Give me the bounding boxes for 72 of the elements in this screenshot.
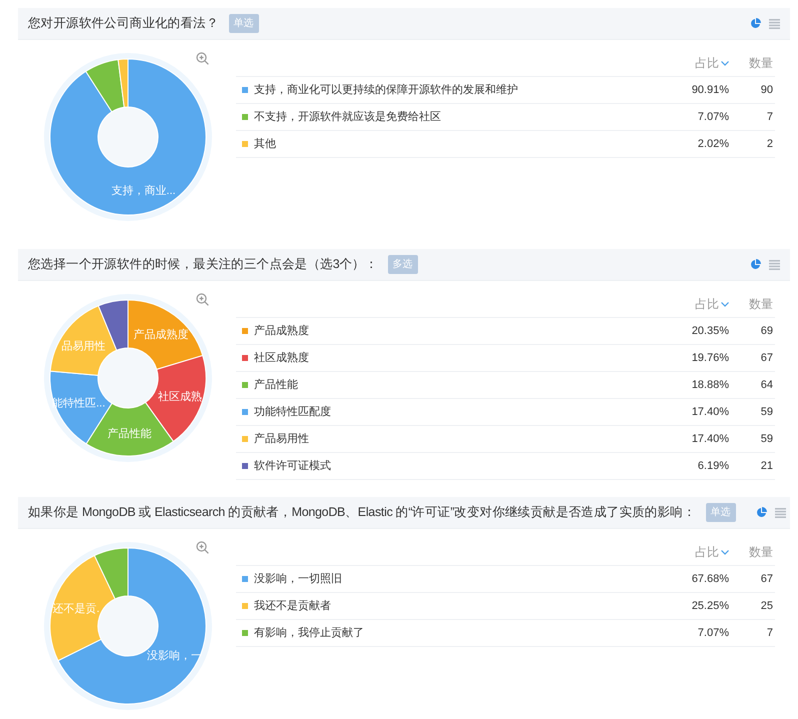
option-label: 产品易用性 [254,432,309,447]
slice-label: 产品性能 [108,428,152,440]
share-value: 90.91% [690,82,729,98]
list-icon[interactable] [769,260,780,270]
question-title: 如果你是 MongoDB 或 Elasticsearch 的贡献者，MongoDB、Elastic 的“许可证”改变对你继续贡献是否造成了实质的影响： [28,504,696,522]
question-type-badge: 单选 [706,503,736,522]
donut-slice[interactable] [50,305,118,376]
share-value: 20.35% [690,324,729,339]
option-label: 没影响，一切照旧 [254,572,342,587]
sort-share-header[interactable]: 占比 [669,295,729,313]
slice-label: 支持，商业... [111,184,176,197]
share-value: 2.02% [696,136,729,152]
option-label: 支持，商业化可以更持续的保障开源软件的发展和维护 [254,82,518,98]
share-value: 7.07% [696,110,729,125]
count-value: 21 [760,458,774,474]
column-header: 数量 [748,296,774,313]
count-value: 64 [760,378,774,393]
share-value: 67.68% [690,572,729,587]
count-value: 67 [760,572,774,587]
sort-share-header[interactable]: 占比 [669,543,729,561]
zoom-in-icon[interactable] [196,52,209,65]
pie-chart-icon[interactable] [756,507,767,518]
column-header: 数量 [748,544,774,561]
count-value: 67 [760,350,774,366]
count-value: 2 [766,136,774,152]
count-value: 59 [760,432,774,447]
option-label: 我还不是贡献者 [254,598,331,614]
pie-chart-icon[interactable] [750,259,761,270]
slice-label: 还不是贡. [52,603,100,615]
question-title: 您选择一个开源软件的时候，最关注的三个点会是（选3个）： [28,256,378,274]
option-label: 社区成熟度 [254,350,309,366]
count-value: 7 [766,626,774,641]
slice-label: 产品成熟度 [133,328,188,341]
donut-slice[interactable] [50,555,116,662]
count-value: 59 [760,404,774,420]
option-label: 产品性能 [254,378,298,393]
column-header: 数量 [748,55,774,72]
count-value: 25 [760,598,774,614]
count-value: 7 [766,110,774,125]
list-icon[interactable] [769,18,780,28]
option-label: 软件许可证模式 [254,458,331,474]
option-label: 功能特性匹配度 [254,404,331,420]
question-title: 您对开源软件公司商业化的看法？ [28,15,219,32]
slice-label: 社区成熟 [158,390,202,403]
share-value: 25.25% [690,598,729,614]
count-value: 69 [760,324,774,339]
pie-chart-icon[interactable] [750,18,761,29]
caret-down-icon [721,302,729,306]
donut-slice[interactable] [118,58,128,108]
share-value: 7.07% [696,626,729,641]
slice-label: 品易用性 [62,340,106,352]
list-icon[interactable] [774,508,786,518]
zoom-in-icon[interactable] [196,293,209,306]
zoom-in-icon[interactable] [196,541,209,554]
donut-slice[interactable] [128,300,204,370]
caret-down-icon [721,550,729,554]
option-label: 产品成熟度 [254,324,309,339]
share-value: 19.76% [690,350,729,366]
option-label: 不支持，开源软件就应该是免费给社区 [254,110,441,125]
share-value: 6.19% [696,458,729,474]
share-value: 17.40% [690,432,729,447]
donut-slice[interactable] [94,548,128,600]
option-label: 其他 [254,136,276,152]
count-value: 90 [760,82,774,98]
share-value: 18.88% [690,378,729,393]
option-label: 有影响，我停止贡献了 [254,626,364,641]
caret-down-icon [721,60,729,66]
donut-slice[interactable] [85,59,125,112]
share-value: 17.40% [690,404,729,420]
question-type-badge: 多选 [388,255,418,274]
question-type-badge: 单选 [228,14,259,33]
sort-share-header[interactable]: 占比 [669,54,729,72]
